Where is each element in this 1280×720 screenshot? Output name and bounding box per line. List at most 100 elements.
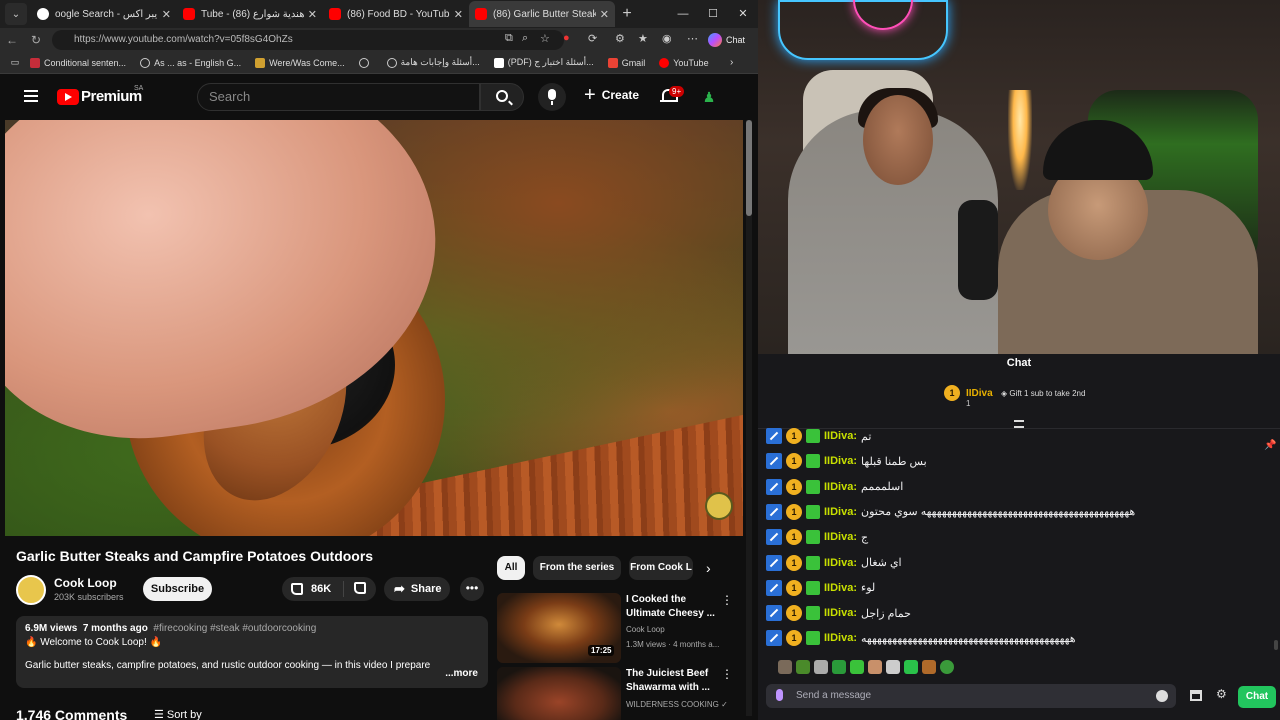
kebab-menu-icon[interactable]: ⋮: [721, 593, 733, 607]
emote-icon[interactable]: [886, 660, 900, 674]
level-coin-icon[interactable]: 1: [786, 630, 802, 647]
badge-icon[interactable]: [766, 554, 782, 571]
chat-username[interactable]: IIDiva:: [824, 531, 857, 543]
emote-icon[interactable]: [796, 660, 810, 674]
profile-avatar-icon[interactable]: ◉: [662, 32, 672, 45]
extensions-icon[interactable]: ⚙: [615, 32, 625, 45]
subscribe-button[interactable]: Subscribe: [143, 577, 212, 601]
emote-icon[interactable]: [850, 660, 864, 674]
chevron-right-icon[interactable]: ›: [706, 560, 711, 576]
bookmark-pdf[interactable]: (PDF) أسئلة اختبار ج...: [493, 57, 594, 68]
sub-badge-icon[interactable]: [806, 479, 820, 494]
badge-icon[interactable]: [766, 579, 782, 596]
more-options-icon[interactable]: ⋯: [687, 32, 698, 45]
level-coin-icon[interactable]: 1: [786, 554, 802, 571]
tab-close-icon[interactable]: ✕: [308, 8, 317, 21]
copilot-chat-button[interactable]: Chat: [708, 33, 745, 47]
menu-icon[interactable]: [24, 90, 38, 102]
rec-channel[interactable]: WILDERNESS COOKING ✓: [626, 700, 728, 709]
zoom-icon[interactable]: ⌕: [522, 32, 528, 45]
gear-icon[interactable]: ⚙: [1216, 687, 1227, 701]
level-coin-icon[interactable]: 1: [786, 529, 802, 546]
sub-badge-icon[interactable]: [806, 555, 820, 570]
gift-cta[interactable]: ◈ Gift 1 sub to take 2nd: [1001, 389, 1085, 398]
badge-icon[interactable]: [766, 428, 782, 444]
chat-username[interactable]: IIDiva:: [824, 481, 857, 493]
chat-send-button[interactable]: Chat: [1238, 686, 1276, 708]
kebab-menu-icon[interactable]: ⋮: [721, 667, 733, 681]
channel-watermark[interactable]: [705, 492, 733, 520]
minimize-icon[interactable]: —: [668, 0, 698, 28]
chat-scrollbar[interactable]: [1274, 640, 1278, 650]
emote-icon[interactable]: [940, 660, 954, 674]
level-coin-icon[interactable]: 1: [786, 503, 802, 520]
stream-video[interactable]: [758, 0, 1280, 354]
search-button[interactable]: [480, 83, 524, 111]
refresh-extension-icon[interactable]: ⟳: [588, 32, 597, 45]
tab-close-icon[interactable]: ✕: [454, 8, 463, 21]
level-coin-icon[interactable]: 1: [786, 478, 802, 495]
search-input[interactable]: Search: [197, 83, 480, 111]
bookmarks-overflow-icon[interactable]: ›: [730, 57, 733, 68]
level-coin-icon[interactable]: 1: [786, 579, 802, 596]
chat-username[interactable]: IIDiva:: [824, 632, 857, 644]
badge-icon[interactable]: [766, 503, 782, 520]
split-screen-icon[interactable]: ⧉: [505, 32, 513, 45]
top-gifter-banner[interactable]: 1 IIDiva 1 ◈ Gift 1 sub to take 2nd: [944, 385, 1085, 408]
voice-search-icon[interactable]: [538, 83, 566, 111]
bookmark-gmail[interactable]: Gmail: [607, 57, 645, 68]
sub-badge-icon[interactable]: [806, 530, 820, 545]
recommendation-item[interactable]: 17:25 I Cooked the Ultimate Cheesy ... C…: [497, 593, 741, 663]
hashtags[interactable]: #firecooking #steak #outdoorcooking: [153, 623, 316, 634]
tab-google-search[interactable]: oogle Search - مايك هايبر اكس ✕: [31, 1, 177, 27]
bookmark-conditional[interactable]: Conditional senten...: [30, 57, 126, 68]
level-coin-icon[interactable]: 1: [786, 453, 802, 470]
gifter-name[interactable]: IIDiva: [966, 388, 993, 399]
sort-by-button[interactable]: ☰ Sort by: [154, 708, 202, 720]
more-link[interactable]: ...more: [441, 668, 478, 679]
extension-icon[interactable]: ●: [563, 32, 570, 44]
emote-icon[interactable]: [868, 660, 882, 674]
bookmark-were-was[interactable]: Were/Was Come...: [255, 57, 345, 68]
chat-username[interactable]: IIDiva:: [824, 557, 857, 569]
level-coin-icon[interactable]: 1: [786, 605, 802, 622]
sub-badge-icon[interactable]: [806, 504, 820, 519]
chip-all[interactable]: All: [497, 556, 525, 580]
badge-icon[interactable]: [766, 630, 782, 647]
mic-icon[interactable]: [776, 689, 783, 701]
scrollbar-thumb[interactable]: [746, 120, 752, 216]
tab-garlic-butter-steaks[interactable]: (86) Garlic Butter Steaks a ✕: [469, 1, 615, 27]
maximize-icon[interactable]: ☐: [698, 0, 728, 28]
chip-from-series[interactable]: From the series: [533, 556, 621, 580]
sub-badge-icon[interactable]: [806, 606, 820, 621]
sidebar-toggle-icon[interactable]: ▭: [0, 57, 30, 68]
close-window-icon[interactable]: ✕: [728, 0, 758, 28]
url-field[interactable]: https://www.youtube.com/watch?v=05f8sG4O…: [52, 30, 564, 50]
account-avatar[interactable]: ♟: [700, 88, 718, 106]
like-button[interactable]: 86K: [282, 581, 344, 597]
badge-icon[interactable]: [766, 453, 782, 470]
tab-close-icon[interactable]: ✕: [600, 8, 609, 21]
sub-badge-icon[interactable]: [806, 429, 820, 443]
tab-close-icon[interactable]: ✕: [162, 8, 171, 21]
dislike-button[interactable]: [344, 581, 366, 597]
rec-title[interactable]: The Juiciest Beef Shawarma with ...: [626, 667, 726, 695]
chat-username[interactable]: IIDiva:: [824, 582, 857, 594]
emote-icon[interactable]: [922, 660, 936, 674]
store-icon[interactable]: [1190, 690, 1202, 701]
rec-channel[interactable]: Cook Loop: [626, 625, 665, 634]
bookmark-youtube[interactable]: YouTube: [659, 57, 709, 68]
tab-youtube-restaurants[interactable]: Tube - مطاعم هندية شوارع (86) ✕: [177, 1, 323, 27]
video-player[interactable]: [5, 120, 743, 536]
channel-avatar[interactable]: [16, 575, 46, 605]
more-actions-button[interactable]: •••: [460, 577, 484, 601]
page-scrollbar[interactable]: [746, 120, 752, 716]
tab-list-dropdown[interactable]: ⌄: [5, 3, 27, 25]
video-thumbnail[interactable]: [497, 667, 621, 720]
chat-username[interactable]: IIDiva:: [824, 506, 857, 518]
bookmark-globe[interactable]: [358, 57, 373, 68]
reload-icon[interactable]: ↻: [24, 33, 48, 47]
favorite-star-icon[interactable]: ☆: [540, 32, 550, 45]
tab-food-bd[interactable]: (86) Food BD - YouTube ✕: [323, 1, 469, 27]
create-button[interactable]: + Create: [584, 85, 639, 105]
